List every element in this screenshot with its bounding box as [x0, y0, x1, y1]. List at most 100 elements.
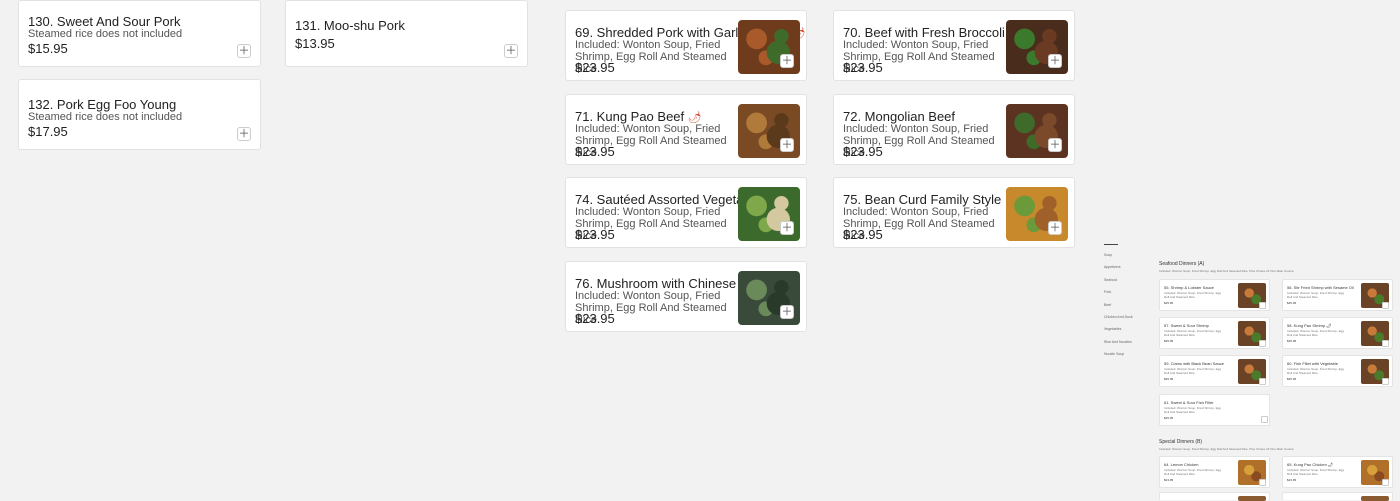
mini-item-title: 60. Fish Fillet with Vegetable	[1287, 361, 1338, 366]
mini-nav-item[interactable]: Vegetables	[1104, 327, 1121, 331]
mini-item-title: 56. Stir Fried Shrimp with Sesame Oil	[1287, 285, 1354, 290]
mini-item-title: 58. Kung Pao Shrimp 🌶	[1287, 323, 1332, 328]
mini-item-price: $25.95	[1164, 416, 1174, 420]
mini-item-price: $25.95	[1164, 301, 1174, 305]
mini-dish-photo	[1361, 496, 1389, 501]
mini-nav-item[interactable]: Chicken And Duck	[1104, 315, 1133, 319]
mini-item-title: 57. Sweet & Sour Shrimp	[1164, 323, 1209, 328]
mini-menu-card[interactable]: 61. Sweet & Sour Fish Fillet Included: W…	[1159, 394, 1270, 426]
add-icon[interactable]: ＋	[780, 305, 794, 319]
mini-item-price: $25.95	[1287, 301, 1297, 305]
mini-item-desc: Included: Wonton Soup, Fried Shrimp, Egg…	[1164, 291, 1221, 299]
mini-add-icon[interactable]	[1382, 479, 1389, 486]
mini-nav-item[interactable]: Pork	[1104, 290, 1111, 294]
item-title-text: 74. Sautéed Assorted Vegetable	[575, 192, 761, 207]
add-icon[interactable]: ＋	[504, 44, 518, 58]
mini-section-sub: Included: Wonton Soup, Fried Shrimp, Egg…	[1159, 269, 1294, 273]
mini-item-desc: Included: Wonton Soup, Fried Shrimp, Egg…	[1164, 367, 1221, 375]
menu-item-card[interactable]: 69. Shredded Pork with Garlic Sauce 🌶 In…	[565, 10, 807, 81]
item-title: 130. Sweet And Sour Pork	[28, 14, 181, 29]
menu-item-card[interactable]: 74. Sautéed Assorted Vegetable Included:…	[565, 177, 807, 248]
mini-add-icon[interactable]	[1261, 416, 1268, 423]
mini-nav-marker	[1104, 244, 1118, 245]
mini-menu-card[interactable]	[1159, 492, 1270, 501]
mini-nav-item[interactable]: Noodle Soup	[1104, 352, 1124, 356]
mini-add-icon[interactable]	[1382, 302, 1389, 309]
mini-item-title: 59. Clams with Black Bean Sauce	[1164, 361, 1225, 366]
menu-item-card[interactable]: 130. Sweet And Sour Pork Steamed rice do…	[18, 0, 261, 67]
menu-item-card[interactable]: 76. Mushroom with Chinese Green Included…	[565, 261, 807, 332]
item-price: $23.95	[843, 144, 883, 159]
mini-item-desc: Included: Wonton Soup, Fried Shrimp, Egg…	[1164, 329, 1221, 337]
mini-item-price: $25.95	[1164, 377, 1174, 381]
item-price: $23.95	[575, 227, 615, 242]
menu-item-card[interactable]: 70. Beef with Fresh Broccoli Included: W…	[833, 10, 1075, 81]
item-title: 75. Bean Curd Family Style	[843, 192, 1001, 207]
item-price: $17.95	[28, 124, 68, 139]
mini-item-title: 61. Sweet & Sour Fish Fillet	[1164, 400, 1214, 405]
mini-nav-item[interactable]: Beef	[1104, 303, 1111, 307]
mini-nav-item[interactable]: Appetizers	[1104, 265, 1121, 269]
mini-menu-card[interactable]: 57. Sweet & Sour Shrimp Included: Wonton…	[1159, 317, 1270, 349]
mini-item-title: 65. Kung Pao Chicken 🌶	[1287, 462, 1333, 467]
mini-add-icon[interactable]	[1259, 479, 1266, 486]
mini-nav-item[interactable]: Rice And Noodles	[1104, 340, 1132, 344]
mini-menu-card[interactable]: 55. Shrimp & Lobster Sauce Included: Won…	[1159, 279, 1270, 311]
item-title-text: 71. Kung Pao Beef	[575, 109, 685, 124]
mini-nav-item[interactable]: Seafood	[1104, 278, 1117, 282]
mini-nav-item[interactable]: Soup	[1104, 253, 1112, 257]
item-price: $23.95	[575, 144, 615, 159]
item-price: $23.95	[843, 227, 883, 242]
mini-menu-card[interactable]: 56. Stir Fried Shrimp with Sesame Oil In…	[1282, 279, 1393, 311]
item-title: 74. Sautéed Assorted Vegetable	[575, 192, 761, 207]
add-icon[interactable]: ＋	[237, 127, 251, 141]
mini-item-title: 64. Lemon Chicken	[1164, 462, 1199, 467]
item-title: 131. Moo-shu Pork	[295, 18, 405, 33]
mini-menu-card[interactable]: 58. Kung Pao Shrimp 🌶 Included: Wonton S…	[1282, 317, 1393, 349]
menu-item-card[interactable]: 71. Kung Pao Beef 🌶 Included: Wonton Sou…	[565, 94, 807, 165]
item-title-text: 72. Mongolian Beef	[843, 109, 956, 124]
mini-menu-card[interactable]: 60. Fish Fillet with Vegetable Included:…	[1282, 355, 1393, 387]
mini-add-icon[interactable]	[1259, 302, 1266, 309]
item-price: $13.95	[295, 36, 335, 51]
mini-menu-card[interactable]: 64. Lemon Chicken Included: Wonton Soup,…	[1159, 456, 1270, 488]
mini-item-price: $23.95	[1287, 478, 1297, 482]
add-icon[interactable]: ＋	[780, 54, 794, 68]
item-description: Steamed rice does not included	[28, 28, 183, 40]
mini-item-desc: Included: Wonton Soup, Fried Shrimp, Egg…	[1164, 468, 1221, 476]
mini-menu-card[interactable]	[1282, 492, 1393, 501]
mini-item-price: $25.95	[1164, 339, 1174, 343]
item-title-text: 75. Bean Curd Family Style	[843, 192, 1002, 207]
item-price: $15.95	[28, 41, 68, 56]
mini-item-desc: Included: Wonton Soup, Fried Shrimp, Egg…	[1287, 329, 1344, 337]
add-icon[interactable]: ＋	[1048, 138, 1062, 152]
add-icon[interactable]: ＋	[780, 221, 794, 235]
mini-item-desc: Included: Wonton Soup, Fried Shrimp, Egg…	[1287, 367, 1344, 375]
mini-add-icon[interactable]	[1259, 378, 1266, 385]
menu-item-card[interactable]: 75. Bean Curd Family Style Included: Won…	[833, 177, 1075, 248]
mini-add-icon[interactable]	[1382, 378, 1389, 385]
mini-item-title: 55. Shrimp & Lobster Sauce	[1164, 285, 1215, 290]
mini-item-price: $25.95	[1287, 339, 1297, 343]
mini-section-sub: Included: Wonton Soup, Fried Shrimp, Egg…	[1159, 447, 1294, 451]
menu-item-card[interactable]: 132. Pork Egg Foo Young Steamed rice doe…	[18, 79, 261, 150]
mini-menu-card[interactable]: 59. Clams with Black Bean Sauce Included…	[1159, 355, 1270, 387]
add-icon[interactable]: ＋	[237, 44, 251, 58]
mini-add-icon[interactable]	[1259, 340, 1266, 347]
mini-dish-photo	[1238, 496, 1266, 501]
mini-item-price: $23.95	[1164, 478, 1174, 482]
menu-item-card[interactable]: 72. Mongolian Beef Included: Wonton Soup…	[833, 94, 1075, 165]
add-icon[interactable]: ＋	[780, 138, 794, 152]
add-icon[interactable]: ＋	[1048, 221, 1062, 235]
add-icon[interactable]: ＋	[1048, 54, 1062, 68]
mini-add-icon[interactable]	[1382, 340, 1389, 347]
mini-item-desc: Included: Wonton Soup, Fried Shrimp, Egg…	[1164, 406, 1221, 414]
item-title: 72. Mongolian Beef	[843, 109, 955, 124]
menu-item-card[interactable]: 131. Moo-shu Pork $13.95 ＋	[285, 0, 528, 67]
mini-menu-card[interactable]: 65. Kung Pao Chicken 🌶 Included: Wonton …	[1282, 456, 1393, 488]
mini-section-title: Seafood Dinners (A)	[1159, 261, 1205, 267]
item-description: Steamed rice does not included	[28, 111, 183, 123]
item-title: 70. Beef with Fresh Broccoli	[843, 25, 1005, 40]
mini-item-price: $25.95	[1287, 377, 1297, 381]
item-title: 132. Pork Egg Foo Young	[28, 97, 177, 112]
